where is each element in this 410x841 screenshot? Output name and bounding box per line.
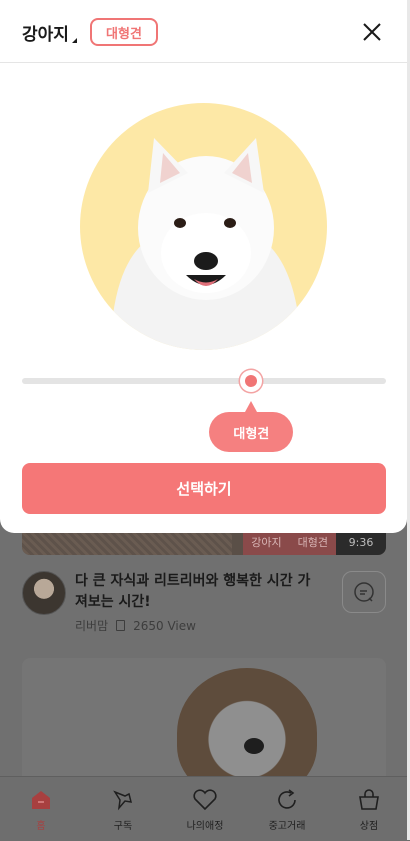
video-tags: 강아지 대형견 (243, 531, 336, 555)
post-views: 2650 View (133, 618, 196, 633)
size-slider[interactable] (22, 368, 386, 394)
pin-icon (111, 787, 135, 813)
heart-icon (192, 787, 218, 813)
post-meta: 리버맘 2650 View (75, 617, 196, 634)
tab-my-love[interactable]: 나의애정 (164, 777, 246, 841)
video-duration: 9:36 (336, 531, 386, 555)
video-tag: 대형견 (289, 531, 336, 555)
tab-label: 나의애정 (186, 821, 224, 832)
tab-label: 구독 (113, 821, 133, 832)
refresh-icon (275, 787, 299, 813)
chat-search-icon (354, 582, 374, 602)
view-icon (116, 620, 126, 631)
shopping-bag-icon (357, 787, 381, 813)
post-author: 리버맘 (75, 619, 109, 633)
tab-shop[interactable]: 상점 (328, 777, 410, 841)
size-select-sheet: 강아지 대형견 대형견 선택하기 (0, 0, 407, 533)
tab-label: 상점 (359, 821, 379, 832)
comment-button[interactable] (342, 571, 386, 613)
tab-label: 홈 (36, 821, 46, 832)
tab-label: 중고거래 (268, 821, 306, 832)
size-tooltip: 대형견 (209, 412, 294, 452)
tab-home[interactable]: 홈 (0, 777, 82, 841)
video-tag: 강아지 (243, 531, 290, 555)
sheet-header: 강아지 대형견 (0, 0, 407, 63)
dog-illustration (80, 103, 327, 350)
slider-thumb[interactable] (240, 370, 263, 392)
size-badge: 대형견 (90, 18, 158, 46)
post-item[interactable]: 다 큰 자식과 리트리버와 행복한 시간 가져보는 시간! 리버맘 2650 V… (22, 571, 386, 641)
species-dropdown[interactable]: 강아지 (22, 20, 77, 45)
caret-down-icon (71, 38, 77, 43)
bottom-tab-bar: 홈 구독 나의애정 중고거래 상점 (0, 776, 410, 841)
tab-secondhand[interactable]: 중고거래 (246, 777, 328, 841)
select-button[interactable]: 선택하기 (22, 463, 386, 514)
home-icon (29, 787, 53, 813)
slider-thumb-dot (245, 375, 258, 387)
tab-subscribe[interactable]: 구독 (82, 777, 164, 841)
samoyed-image (110, 138, 302, 350)
post-title[interactable]: 다 큰 자식과 리트리버와 행복한 시간 가져보는 시간! (75, 571, 315, 613)
tooltip-arrow (245, 401, 258, 412)
avatar[interactable] (22, 571, 66, 615)
slider-track[interactable] (22, 378, 386, 384)
dog-photo (177, 668, 317, 778)
dog-nose (244, 738, 264, 754)
close-icon[interactable] (361, 21, 383, 43)
species-label: 강아지 (22, 25, 69, 45)
feed-image[interactable] (22, 658, 386, 778)
